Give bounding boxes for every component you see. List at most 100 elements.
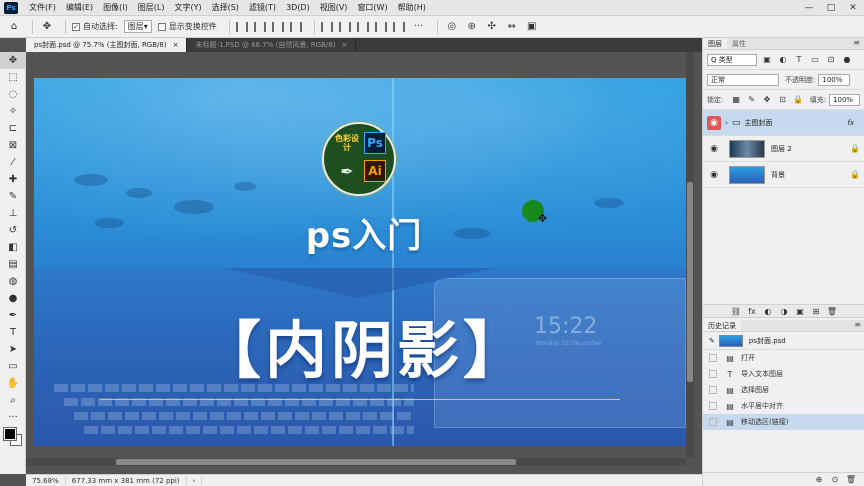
show-transform-checkbox[interactable]: 显示变换控件 xyxy=(157,21,217,32)
visibility-eye-icon[interactable]: ◉ xyxy=(707,142,721,156)
history-item[interactable]: ▤ 打开 xyxy=(703,350,864,366)
fill-input[interactable]: 100% xyxy=(829,93,860,106)
align-left-icon[interactable] xyxy=(235,21,248,32)
tab-history[interactable]: 历史记录 xyxy=(703,320,741,331)
zoom-tool-icon[interactable]: ⌕ xyxy=(0,392,26,409)
filter-toggle-icon[interactable]: ● xyxy=(841,54,853,66)
document-workspace[interactable]: 15:22 Monday 22 December 色彩设计 ✒ Ps Ai ps… xyxy=(26,52,694,474)
tab-untitled-1[interactable]: 未标题-1.PSD @ 66.7% (自然风景, RGB/8) × xyxy=(187,38,357,52)
auto-select-checkbox[interactable]: ✓ 自动选择: xyxy=(72,21,118,32)
foreground-color-swatch[interactable] xyxy=(3,427,17,441)
3d-orbit-icon[interactable]: ◎ xyxy=(444,19,460,35)
new-group-icon[interactable]: ▣ xyxy=(792,307,808,316)
panel-menu-icon[interactable]: ≡ xyxy=(854,320,864,331)
more-options-button[interactable]: ··· xyxy=(411,19,427,35)
history-snapshot[interactable]: ✎ ps封面.psd xyxy=(703,332,864,350)
hand-tool-icon[interactable]: ✋ xyxy=(0,375,26,392)
blur-tool-icon[interactable]: ◍ xyxy=(0,273,26,290)
menu-filter[interactable]: 滤镜(T) xyxy=(244,2,281,13)
snapshot-camera-icon[interactable]: ⊙ xyxy=(827,475,843,484)
dodge-tool-icon[interactable]: ● xyxy=(0,290,26,307)
shape-tool-icon[interactable]: ▭ xyxy=(0,358,26,375)
menu-view[interactable]: 视图(V) xyxy=(315,2,353,13)
visibility-eye-icon[interactable]: ◉ xyxy=(707,115,721,130)
checkbox-icon[interactable] xyxy=(709,386,717,394)
filter-adjustment-icon[interactable]: ◐ xyxy=(777,54,789,66)
filter-type-icon[interactable]: T xyxy=(793,54,805,66)
move-tool-icon[interactable]: ✥ xyxy=(39,19,55,35)
3d-slide-icon[interactable]: ⇔ xyxy=(504,19,520,35)
maximize-button[interactable]: □ xyxy=(820,0,842,16)
crop-tool-icon[interactable]: ⊏ xyxy=(0,120,26,137)
history-brush-tool-icon[interactable]: ↺ xyxy=(0,222,26,239)
menu-3d[interactable]: 3D(D) xyxy=(281,3,315,12)
layer-row-background[interactable]: ◉ 背景 🔒 xyxy=(703,162,864,188)
align-center-icon[interactable] xyxy=(253,21,266,32)
distribute-right-icon[interactable] xyxy=(392,21,405,32)
status-menu-button[interactable]: › xyxy=(187,476,203,485)
magic-wand-tool-icon[interactable]: ✧ xyxy=(0,103,26,120)
layer-row-group[interactable]: ◉ › ▭ 主图封面 fx xyxy=(703,110,864,136)
align-top-icon[interactable] xyxy=(289,21,302,32)
lock-transparent-icon[interactable]: ▦ xyxy=(730,94,741,106)
adjustment-layer-icon[interactable]: ◑ xyxy=(776,307,792,316)
checkbox-icon[interactable] xyxy=(709,370,717,378)
lock-brush-icon[interactable]: ✎ xyxy=(746,94,757,106)
minimize-button[interactable]: — xyxy=(798,0,820,16)
menu-layer[interactable]: 图层(L) xyxy=(133,2,170,13)
layer-row-image[interactable]: ◉ 图层 2 🔒 xyxy=(703,136,864,162)
home-icon[interactable]: ⌂ xyxy=(6,19,22,35)
tab-close-button[interactable]: × xyxy=(341,41,347,49)
distribute-left-icon[interactable] xyxy=(374,21,387,32)
delete-layer-icon[interactable]: 🗑 xyxy=(824,307,840,316)
path-selection-tool-icon[interactable]: ➤ xyxy=(0,341,26,358)
blend-mode-dropdown[interactable]: 正常 xyxy=(707,73,779,86)
menu-help[interactable]: 帮助(H) xyxy=(393,2,431,13)
3d-pan-icon[interactable]: ✣ xyxy=(484,19,500,35)
history-item-current[interactable]: ▤ 移动选区(链接) xyxy=(703,414,864,430)
align-right-icon[interactable] xyxy=(271,21,284,32)
move-tool-icon[interactable]: ✥ xyxy=(0,52,26,69)
close-window-button[interactable]: ✕ xyxy=(842,0,864,16)
filter-pixel-icon[interactable]: ▣ xyxy=(761,54,773,66)
zoom-level[interactable]: 75.68% xyxy=(26,476,66,485)
pen-tool-icon[interactable]: ✒ xyxy=(0,307,26,324)
menu-select[interactable]: 选择(S) xyxy=(207,2,244,13)
brush-tool-icon[interactable]: ✎ xyxy=(0,188,26,205)
checkbox-icon[interactable] xyxy=(709,418,717,426)
history-item[interactable]: ▤ 水平居中对齐 xyxy=(703,398,864,414)
vertical-guide[interactable] xyxy=(392,78,394,446)
scrollbar-thumb[interactable] xyxy=(687,182,693,382)
add-style-icon[interactable]: fx xyxy=(744,307,760,316)
history-item[interactable]: ▤ 选择图层 xyxy=(703,382,864,398)
menu-window[interactable]: 窗口(W) xyxy=(352,2,392,13)
more-tools-icon[interactable]: ··· xyxy=(0,409,26,426)
visibility-eye-icon[interactable]: ◉ xyxy=(707,168,721,182)
type-tool-icon[interactable]: T xyxy=(0,324,26,341)
distribute-bottom-icon[interactable] xyxy=(356,21,369,32)
menu-file[interactable]: 文件(F) xyxy=(24,2,61,13)
lasso-tool-icon[interactable]: ◌ xyxy=(0,86,26,103)
color-swatches[interactable] xyxy=(0,426,26,450)
scrollbar-thumb[interactable] xyxy=(116,459,516,465)
distribute-middle-icon[interactable] xyxy=(338,21,351,32)
opacity-input[interactable]: 100% xyxy=(818,73,851,86)
panel-menu-icon[interactable]: ≡ xyxy=(853,38,864,49)
distribute-top-icon[interactable] xyxy=(320,21,333,32)
tab-ps-cover[interactable]: ps封面.psd @ 75.7% (主图封面, RGB/8) × xyxy=(26,38,188,52)
new-document-from-state-icon[interactable]: ⊕ xyxy=(811,475,827,484)
filter-smart-icon[interactable]: ⊡ xyxy=(825,54,837,66)
history-brush-source-icon[interactable]: ✎ xyxy=(709,337,715,345)
menu-image[interactable]: 图像(I) xyxy=(98,2,133,13)
tab-properties[interactable]: 属性 xyxy=(727,38,751,49)
layer-filter-dropdown[interactable]: Q 类型 xyxy=(707,53,757,66)
history-item[interactable]: T 导入文本图层 xyxy=(703,366,864,382)
tab-layers[interactable]: 图层 xyxy=(703,38,727,49)
gradient-tool-icon[interactable]: ▤ xyxy=(0,256,26,273)
3d-scale-icon[interactable]: ▣ xyxy=(524,19,540,35)
lock-move-icon[interactable]: ✥ xyxy=(761,94,772,106)
document-canvas[interactable]: 15:22 Monday 22 December 色彩设计 ✒ Ps Ai ps… xyxy=(34,78,686,446)
auto-select-target-dropdown[interactable]: 图层 ▾ xyxy=(123,20,152,33)
new-layer-icon[interactable]: ⊞ xyxy=(808,307,824,316)
3d-roll-icon[interactable]: ⊛ xyxy=(464,19,480,35)
